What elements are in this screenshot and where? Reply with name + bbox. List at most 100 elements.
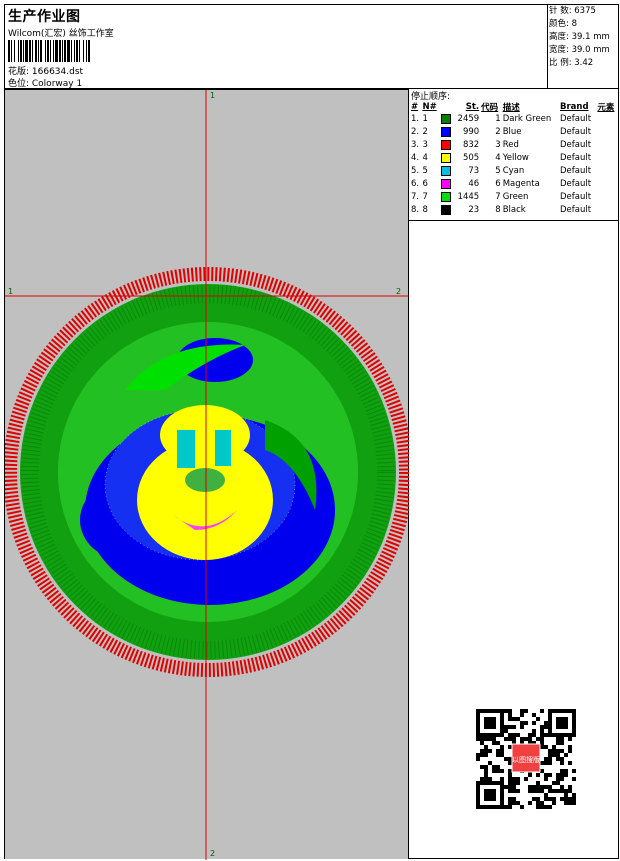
row-code: 6 — [495, 179, 501, 189]
color-swatch-icon — [440, 165, 451, 176]
row-brand: Default — [559, 114, 592, 124]
row-element — [596, 204, 618, 217]
col-element: 元素 — [597, 102, 615, 113]
company-name: Wilcom(汇宏) 丝饰工作室 — [8, 29, 114, 39]
color-swatch — [440, 139, 454, 152]
qr-finder-pattern — [484, 717, 496, 729]
marker-left: 1 — [8, 287, 13, 296]
marker-right: 2 — [396, 287, 401, 296]
qr-finder-pattern — [484, 789, 496, 801]
color-count: 颜色: 8 — [549, 19, 577, 29]
row-code: 5 — [495, 166, 501, 176]
table-row: 2. 2 990 2 Blue Default — [410, 126, 618, 139]
row-stitches: 1445 — [457, 192, 480, 202]
table-header-row: # N# St. 代码 描述 Brand 元素 — [410, 100, 618, 113]
col-number: N# — [422, 101, 437, 112]
row-stitches: 2459 — [457, 114, 480, 124]
qr-finder-pattern — [556, 717, 568, 729]
scale-ratio: 比 例: 3.42 — [549, 58, 594, 68]
row-brand: Default — [559, 140, 592, 150]
color-swatch-icon — [440, 191, 451, 202]
color-swatch — [440, 113, 454, 126]
table-row: 7. 7 1445 7 Green Default — [410, 191, 618, 204]
design-stats: 针 数: 6375 颜色: 8 高度: 39.1 mm 宽度: 39.0 mm … — [547, 4, 619, 88]
qr-code-graphic: 以图搜版 — [476, 709, 576, 809]
row-number: 5 — [422, 166, 428, 176]
marker-top: 1 — [210, 91, 215, 100]
row-description: Blue — [502, 127, 522, 137]
row-element — [596, 178, 618, 191]
color-swatch-icon — [440, 139, 451, 150]
row-stitches: 73 — [468, 166, 480, 176]
table-row: 8. 8 23 8 Black Default — [410, 204, 618, 217]
row-element — [596, 191, 618, 204]
color-swatch-icon — [440, 113, 451, 124]
row-index: 5. — [411, 166, 420, 176]
row-index: 4. — [411, 153, 420, 163]
row-number: 6 — [422, 179, 428, 189]
row-index: 6. — [411, 179, 420, 189]
color-swatch — [440, 165, 454, 178]
stitch-count: 针 数: 6375 — [549, 6, 596, 16]
row-index: 1. — [411, 114, 420, 124]
table-row: 4. 4 505 4 Yellow Default — [410, 152, 618, 165]
row-description: Dark Green — [502, 114, 552, 124]
green-nose — [185, 468, 225, 492]
cyan-eye-left — [177, 430, 195, 468]
row-code: 8 — [495, 205, 501, 215]
row-element — [596, 152, 618, 165]
table-row: 1. 1 2459 1 Dark Green Default — [410, 113, 618, 126]
qr-stamp-text: 以图搜版 — [512, 755, 540, 764]
row-element — [596, 113, 618, 126]
row-code: 4 — [495, 153, 501, 163]
col-brand: Brand — [559, 101, 589, 112]
color-swatch-icon — [440, 126, 451, 137]
col-stitches: St. — [465, 101, 480, 112]
embroidery-preview-canvas[interactable]: 1 1 2 2 — [5, 89, 409, 860]
col-description: 描述 — [502, 102, 520, 113]
row-brand: Default — [559, 179, 592, 189]
row-index: 8. — [411, 205, 420, 215]
row-code: 3 — [495, 140, 501, 150]
yellow-forehead — [160, 405, 250, 465]
row-description: Cyan — [502, 166, 525, 176]
row-brand: Default — [559, 205, 592, 215]
row-stitches: 832 — [462, 140, 480, 150]
color-swatch — [440, 191, 454, 204]
row-brand: Default — [559, 166, 592, 176]
color-swatch-icon — [440, 178, 451, 189]
stop-sequence-table: # N# St. 代码 描述 Brand 元素 1. 1 2459 1 Dark Gre… — [410, 100, 618, 217]
row-brand: Default — [559, 153, 592, 163]
row-number: 3 — [422, 140, 428, 150]
row-element — [596, 126, 618, 139]
row-description: Green — [502, 192, 529, 202]
row-brand: Default — [559, 127, 592, 137]
marker-bottom: 2 — [210, 849, 215, 858]
row-number: 8 — [422, 205, 428, 215]
row-stitches: 23 — [468, 205, 480, 215]
color-swatch-icon — [440, 204, 451, 215]
row-number: 4 — [422, 153, 428, 163]
header-panel: 生产作业图 Wilcom(汇宏) 丝饰工作室 花版: 166634.dst 色位… — [4, 4, 548, 89]
color-swatch — [440, 178, 454, 191]
row-stitches: 46 — [468, 179, 480, 189]
table-row: 5. 5 73 5 Cyan Default — [410, 165, 618, 178]
col-swatch — [440, 100, 454, 113]
table-divider — [409, 220, 619, 221]
row-number: 1 — [422, 114, 428, 124]
row-description: Black — [502, 205, 526, 215]
row-stitches: 990 — [462, 127, 480, 137]
cyan-eye-right — [215, 430, 231, 466]
row-element — [596, 165, 618, 178]
row-code: 7 — [495, 192, 501, 202]
qr-code[interactable]: 以图搜版 — [470, 704, 582, 814]
row-index: 7. — [411, 192, 420, 202]
table-row: 3. 3 832 3 Red Default — [410, 139, 618, 152]
design-height: 高度: 39.1 mm — [549, 32, 610, 42]
color-swatch — [440, 152, 454, 165]
table-row: 6. 6 46 6 Magenta Default — [410, 178, 618, 191]
color-swatch-icon — [440, 152, 451, 163]
color-swatch — [440, 126, 454, 139]
row-number: 7 — [422, 192, 428, 202]
row-stitches: 505 — [462, 153, 480, 163]
